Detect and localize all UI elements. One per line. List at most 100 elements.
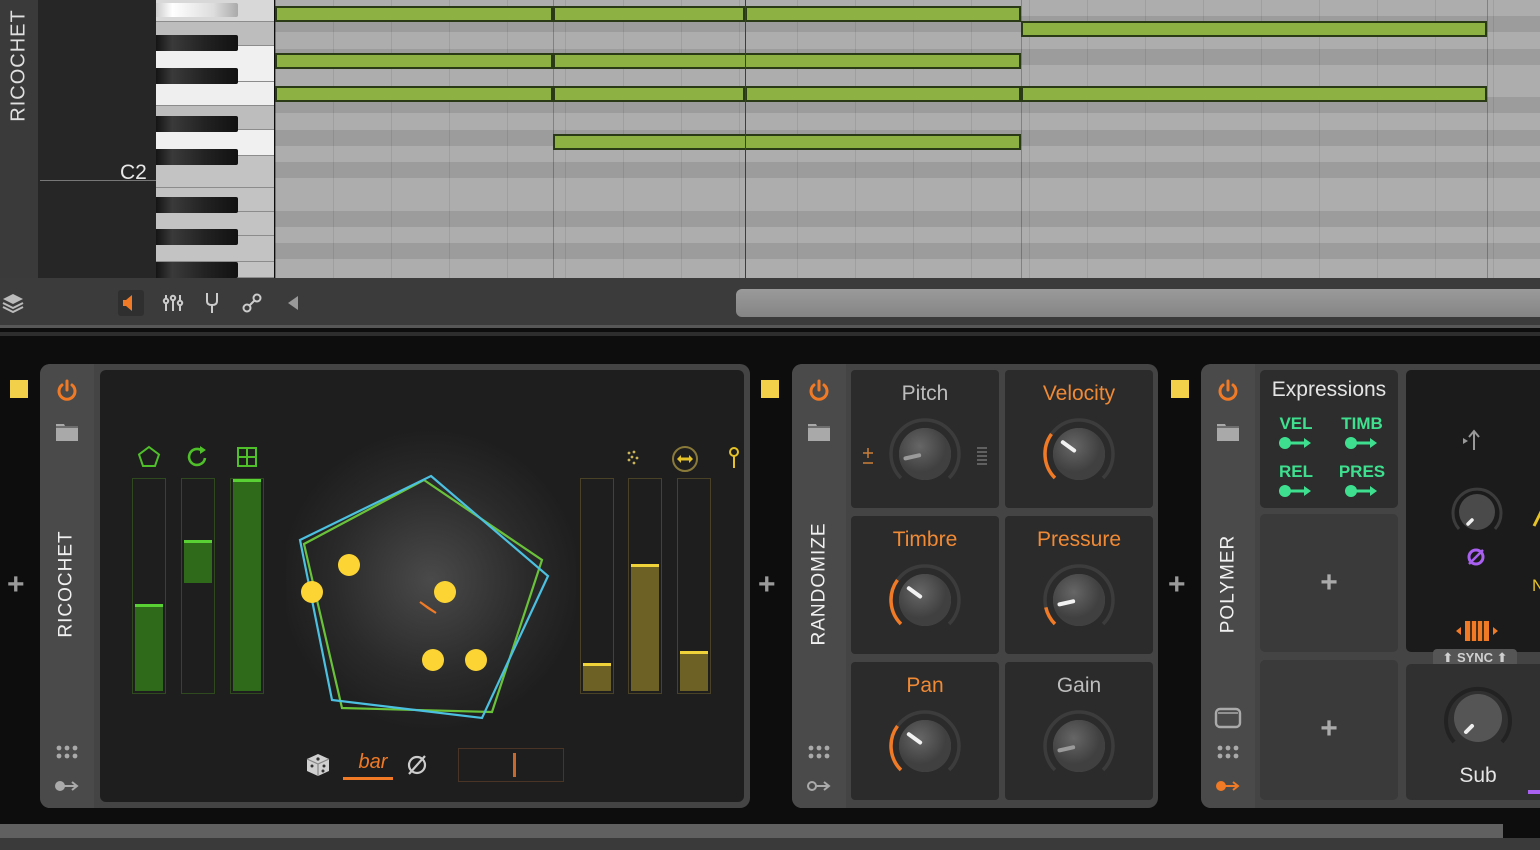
knob[interactable] bbox=[851, 662, 999, 800]
pin-icon[interactable] bbox=[724, 446, 744, 470]
device-title[interactable]: POLYMER bbox=[1201, 504, 1255, 664]
midi-note[interactable] bbox=[1021, 21, 1487, 37]
add-slot-button[interactable]: + bbox=[1260, 566, 1398, 600]
layers-icon[interactable] bbox=[0, 290, 26, 316]
midi-note[interactable] bbox=[275, 6, 553, 22]
link-icon[interactable] bbox=[239, 290, 265, 316]
knob[interactable] bbox=[1005, 370, 1153, 508]
sub-knob[interactable] bbox=[1438, 684, 1518, 754]
expression-mod-icon[interactable] bbox=[1344, 484, 1380, 498]
note-lane[interactable] bbox=[275, 113, 1540, 130]
pentagon-icon[interactable] bbox=[137, 445, 161, 469]
add-device-button[interactable]: + bbox=[1168, 570, 1186, 600]
mode-button[interactable]: bar bbox=[348, 751, 398, 774]
expression-mod-icon[interactable] bbox=[1344, 436, 1380, 450]
phase-invert-icon[interactable] bbox=[405, 753, 429, 777]
slider-handle[interactable] bbox=[631, 563, 659, 567]
power-icon[interactable] bbox=[1215, 378, 1241, 404]
midi-note[interactable] bbox=[275, 53, 553, 69]
add-slot-button[interactable]: + bbox=[1260, 712, 1398, 746]
scatter-icon[interactable] bbox=[623, 448, 643, 468]
slider-handle[interactable] bbox=[680, 650, 708, 654]
note-grid[interactable] bbox=[275, 0, 1540, 278]
black-key[interactable] bbox=[156, 197, 238, 213]
black-key[interactable] bbox=[156, 229, 238, 245]
dice-icon[interactable] bbox=[305, 752, 331, 778]
midi-note[interactable] bbox=[553, 53, 1021, 69]
rotate-icon[interactable] bbox=[186, 445, 210, 469]
vertical-slider[interactable] bbox=[132, 478, 166, 694]
add-device-button[interactable]: + bbox=[758, 570, 776, 600]
knob[interactable] bbox=[1005, 662, 1153, 800]
grid-icon[interactable] bbox=[235, 445, 259, 469]
device-title[interactable]: RICOCHET bbox=[40, 494, 94, 674]
trigger-icon[interactable] bbox=[1460, 428, 1484, 454]
expression-mod-icon[interactable] bbox=[1278, 436, 1314, 450]
empty-slot[interactable]: + bbox=[1260, 514, 1398, 652]
note-lane[interactable] bbox=[275, 210, 1540, 227]
modulator-icon[interactable] bbox=[806, 779, 832, 793]
black-key[interactable] bbox=[156, 116, 238, 132]
note-lane[interactable] bbox=[275, 243, 1540, 260]
quantize-icon[interactable] bbox=[976, 446, 988, 466]
grid-dots-icon[interactable] bbox=[1216, 744, 1240, 760]
knob[interactable] bbox=[1005, 516, 1153, 654]
bipolar-icon[interactable] bbox=[859, 446, 877, 468]
power-icon[interactable] bbox=[54, 378, 80, 404]
note-lane[interactable] bbox=[275, 259, 1540, 276]
vertical-slider[interactable] bbox=[580, 478, 614, 694]
grid-dots-icon[interactable] bbox=[807, 744, 831, 760]
piano-keyboard[interactable] bbox=[156, 0, 274, 278]
midi-note[interactable] bbox=[1021, 86, 1487, 102]
position-slider[interactable] bbox=[458, 748, 564, 782]
empty-slot[interactable]: + bbox=[1260, 660, 1398, 800]
midi-note[interactable] bbox=[553, 134, 1021, 150]
note-lane[interactable] bbox=[275, 162, 1540, 179]
folder-icon[interactable] bbox=[1216, 422, 1240, 442]
slider-handle[interactable] bbox=[233, 479, 261, 482]
vertical-slider[interactable] bbox=[628, 478, 662, 694]
osc-knob[interactable] bbox=[1446, 484, 1508, 540]
horizontal-scrollbar[interactable] bbox=[736, 289, 1540, 317]
midi-note[interactable] bbox=[745, 86, 1021, 102]
modulator-icon[interactable] bbox=[1215, 779, 1241, 793]
playhead[interactable] bbox=[745, 0, 746, 278]
position-slider-handle[interactable] bbox=[513, 753, 516, 777]
bottom-scrollbar[interactable] bbox=[0, 824, 1503, 838]
white-key[interactable] bbox=[156, 82, 274, 106]
slider-handle[interactable] bbox=[135, 604, 163, 608]
vertical-slider[interactable] bbox=[677, 478, 711, 694]
midi-note[interactable] bbox=[745, 6, 1021, 22]
collapse-left-icon[interactable] bbox=[280, 290, 306, 316]
midi-note[interactable] bbox=[553, 86, 745, 102]
window-icon[interactable] bbox=[1214, 706, 1242, 730]
midi-note[interactable] bbox=[275, 86, 553, 102]
vertical-slider[interactable] bbox=[230, 478, 264, 694]
mixer-icon[interactable] bbox=[160, 290, 186, 316]
slider-handle[interactable] bbox=[583, 663, 611, 667]
sync-loop-icon[interactable] bbox=[1465, 546, 1487, 568]
folder-icon[interactable] bbox=[807, 422, 831, 442]
vertical-slider[interactable] bbox=[181, 478, 215, 694]
slider-handle[interactable] bbox=[184, 540, 212, 544]
black-key[interactable] bbox=[156, 35, 238, 51]
midi-note[interactable] bbox=[553, 6, 745, 22]
panel-divider[interactable] bbox=[0, 332, 1540, 336]
expression-mod-icon[interactable] bbox=[1278, 484, 1314, 498]
knob[interactable] bbox=[851, 516, 999, 654]
note-lane[interactable] bbox=[275, 178, 1540, 195]
speaker-icon[interactable] bbox=[118, 290, 144, 316]
tuning-fork-icon[interactable] bbox=[199, 290, 225, 316]
pentagon-field-svg[interactable] bbox=[286, 420, 576, 740]
grid-dots-icon[interactable] bbox=[55, 744, 79, 760]
power-icon[interactable] bbox=[806, 378, 832, 404]
highlighted-key[interactable] bbox=[156, 3, 238, 17]
width-icon[interactable] bbox=[670, 444, 700, 474]
modulator-icon[interactable] bbox=[54, 779, 80, 793]
folder-icon[interactable] bbox=[55, 422, 79, 442]
black-key[interactable] bbox=[156, 149, 238, 165]
add-device-button[interactable]: + bbox=[7, 570, 25, 600]
device-title[interactable]: RANDOMIZE bbox=[792, 484, 846, 684]
note-lane[interactable] bbox=[275, 226, 1540, 243]
knob[interactable] bbox=[851, 370, 999, 508]
